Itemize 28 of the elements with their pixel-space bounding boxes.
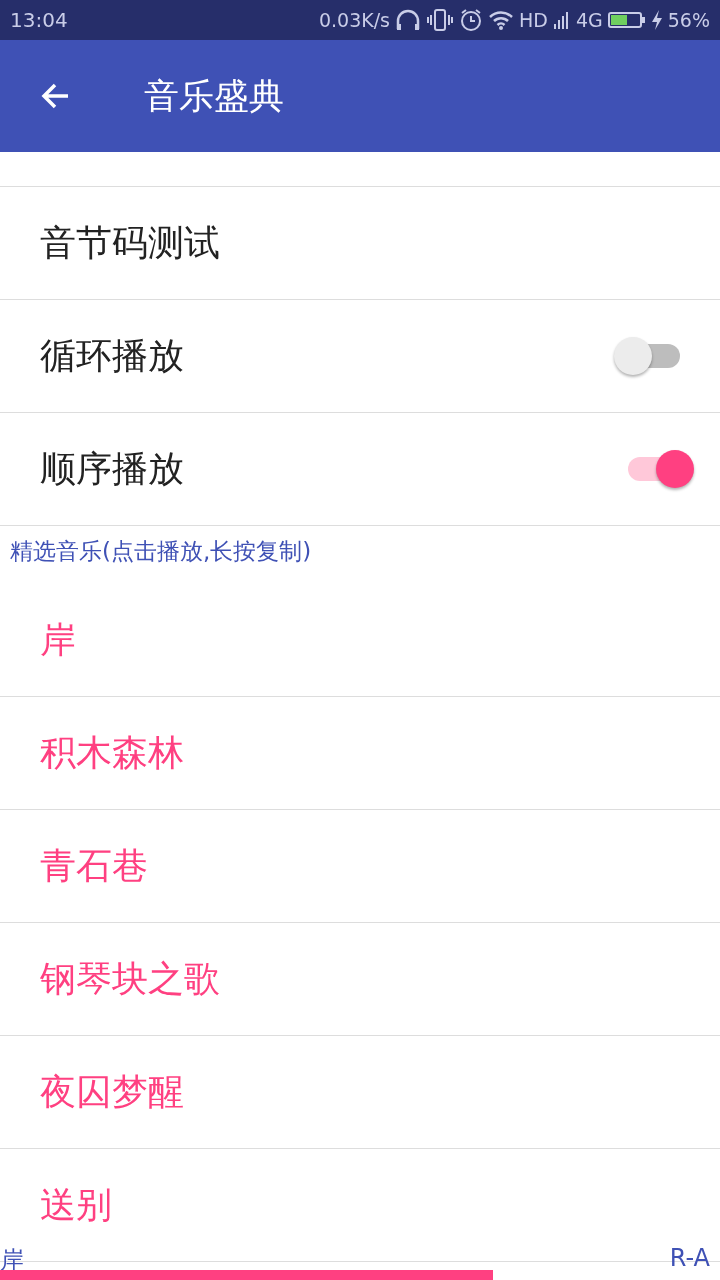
setting-label: 循环播放	[40, 333, 184, 378]
settings-item[interactable]: 音节码测试	[0, 187, 720, 300]
network-speed: 0.03K/s	[318, 9, 391, 31]
switch-row[interactable]: 顺序播放	[0, 413, 720, 526]
charging-icon	[650, 9, 663, 31]
network-type: 4G	[575, 9, 603, 31]
headphones-icon	[395, 9, 422, 31]
play-mode: R-A	[669, 1244, 710, 1272]
battery-icon	[607, 11, 646, 29]
network-label: HD	[519, 9, 548, 31]
alarm-icon	[459, 8, 484, 32]
song-item[interactable]: 积木森林	[40, 728, 184, 778]
wifi-icon	[488, 9, 515, 31]
switch-row[interactable]: 循环播放	[0, 300, 720, 413]
song-item[interactable]: 夜囚梦醒	[40, 1067, 184, 1117]
app-title: 音乐盛典	[144, 74, 284, 118]
song-item[interactable]: 送别	[40, 1180, 112, 1230]
section-header: 精选音乐(点击播放,长按复制)	[9, 537, 313, 566]
setting-label: 音节码测试	[40, 220, 220, 265]
setting-label: 顺序播放	[40, 446, 184, 491]
song-item[interactable]: 青石巷	[40, 841, 148, 891]
now-playing-title: 岸	[0, 1245, 24, 1276]
vibrate-icon	[426, 8, 455, 32]
song-item[interactable]: 钢琴块之歌	[40, 954, 220, 1004]
status-time: 13:04	[10, 8, 68, 32]
song-item[interactable]: 岸	[40, 615, 76, 665]
signal-icon	[552, 10, 571, 30]
battery-percent: 56%	[667, 9, 710, 31]
